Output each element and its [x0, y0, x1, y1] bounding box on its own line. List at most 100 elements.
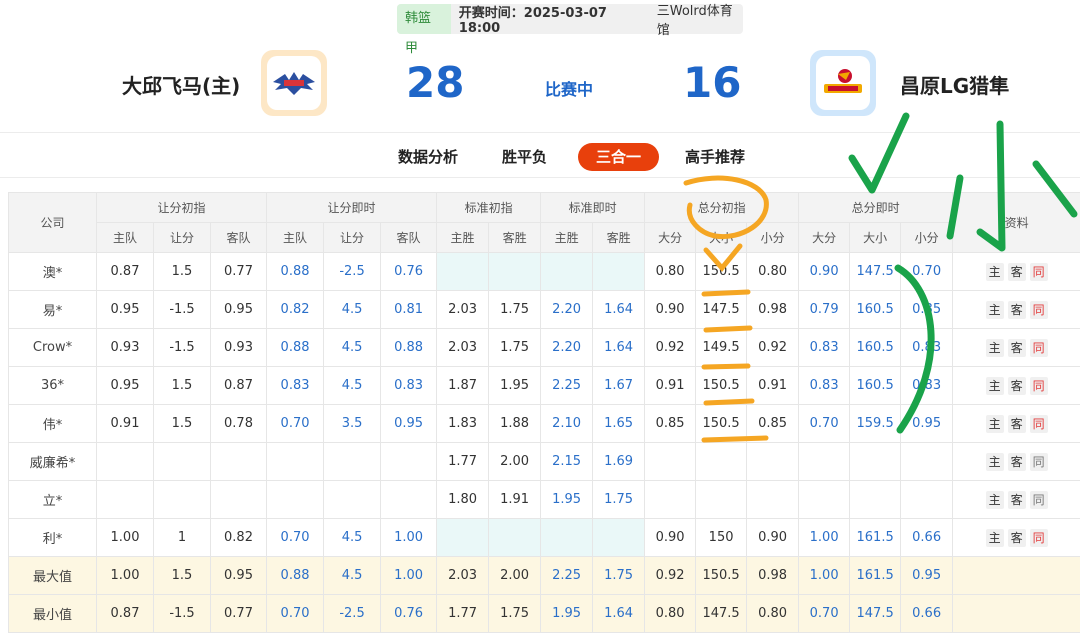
odds-cell: 0.70 — [266, 518, 325, 557]
info-buttons: 主客同 — [952, 480, 1080, 519]
away-button[interactable]: 客 — [1007, 528, 1026, 547]
odds-cell — [436, 252, 490, 291]
company-name[interactable]: Crow* — [8, 328, 97, 367]
tab-data-analysis[interactable]: 数据分析 — [398, 143, 458, 171]
odds-cell: 2.00 — [488, 556, 542, 595]
odds-cell — [209, 480, 268, 519]
same-button[interactable]: 同 — [1029, 414, 1048, 433]
same-button[interactable]: 同 — [1029, 338, 1048, 357]
info-buttons: 主客同 — [952, 290, 1080, 329]
home-team-name[interactable]: 大邱飞马(主) — [122, 70, 240, 99]
odds-cell: 1.95 — [540, 594, 594, 633]
odds-cell: 0.85 — [746, 404, 800, 443]
odds-cell — [323, 442, 382, 481]
odds-cell: 4.5 — [323, 328, 382, 367]
home-button[interactable]: 主 — [985, 338, 1004, 357]
sakers-logo-icon — [824, 69, 862, 93]
table-row: 威廉希* 1.77 2.00 2.15 1.69 主客同 — [8, 442, 1080, 481]
odds-cell: 0.66 — [900, 518, 954, 557]
away-button[interactable]: 客 — [1007, 376, 1026, 395]
away-team-logo[interactable] — [810, 50, 876, 116]
odds-cell: 0.88 — [380, 328, 438, 367]
home-button[interactable]: 主 — [985, 452, 1004, 471]
odds-cell: 161.5 — [849, 518, 902, 557]
odds-cell: 1.64 — [592, 594, 646, 633]
away-button[interactable]: 客 — [1007, 300, 1026, 319]
odds-cell — [900, 480, 954, 519]
company-name[interactable]: 易* — [8, 290, 97, 329]
home-button[interactable]: 主 — [985, 490, 1004, 509]
match-info-bar: 韩篮甲 开赛时间：2025-03-07 18:00 三Wolrd体育馆 — [397, 4, 743, 56]
pegasus-logo-icon — [273, 72, 315, 95]
odds-cell — [209, 442, 268, 481]
odds-cell — [592, 518, 646, 557]
odds-cell: 2.03 — [436, 328, 490, 367]
odds-cell: 0.95 — [96, 366, 154, 405]
sub-header-cell: 让分 — [153, 222, 211, 253]
same-button[interactable]: 同 — [1029, 300, 1048, 319]
odds-cell — [266, 480, 325, 519]
home-button[interactable]: 主 — [985, 528, 1004, 547]
info-buttons: 主客同 — [952, 404, 1080, 443]
league-tag[interactable]: 韩篮甲 — [397, 4, 451, 56]
company-name[interactable]: 立* — [8, 480, 97, 519]
odds-cell: 0.70 — [266, 594, 325, 633]
company-name[interactable]: 伟* — [8, 404, 97, 443]
odds-cell: 147.5 — [849, 252, 902, 291]
same-button[interactable]: 同 — [1029, 490, 1048, 509]
odds-cell: 2.00 — [488, 442, 542, 481]
home-button[interactable]: 主 — [985, 262, 1004, 281]
odds-cell: 1.64 — [592, 328, 646, 367]
odds-cell: 0.70 — [798, 404, 851, 443]
odds-cell: 0.80 — [644, 594, 697, 633]
tab-expert-picks[interactable]: 高手推荐 — [685, 143, 745, 171]
odds-cell: -1.5 — [153, 594, 211, 633]
odds-cell: 1.75 — [488, 594, 542, 633]
odds-cell: 2.25 — [540, 366, 594, 405]
company-name[interactable]: 36* — [8, 366, 97, 405]
odds-cell: 1.00 — [798, 556, 851, 595]
home-button[interactable]: 主 — [985, 414, 1004, 433]
odds-cell: 3.5 — [323, 404, 382, 443]
info-buttons: 主客同 — [952, 442, 1080, 481]
odds-cell: 1.67 — [592, 366, 646, 405]
odds-cell: 0.70 — [266, 404, 325, 443]
home-score: 28 — [406, 58, 465, 107]
odds-cell — [798, 442, 851, 481]
odds-cell: 0.95 — [380, 404, 438, 443]
odds-cell: 2.10 — [540, 404, 594, 443]
tab-win-draw-loss[interactable]: 胜平负 — [502, 143, 547, 171]
company-name[interactable]: 威廉希* — [8, 442, 97, 481]
company-name[interactable]: 利* — [8, 518, 97, 557]
away-team-name[interactable]: 昌原LG猎隼 — [900, 70, 1009, 99]
odds-cell: 0.77 — [209, 252, 268, 291]
away-button[interactable]: 客 — [1007, 490, 1026, 509]
odds-cell: 1.95 — [488, 366, 542, 405]
odds-cell: 0.76 — [380, 594, 438, 633]
odds-cell — [488, 518, 542, 557]
sub-header-cell: 主胜 — [436, 222, 490, 253]
odds-cell: 0.98 — [746, 290, 800, 329]
sub-header-cell: 大小 — [695, 222, 748, 253]
away-button[interactable]: 客 — [1007, 262, 1026, 281]
header-company: 公司 — [8, 192, 97, 253]
same-button[interactable]: 同 — [1029, 376, 1048, 395]
odds-cell: 1.00 — [96, 518, 154, 557]
home-button[interactable]: 主 — [985, 300, 1004, 319]
company-name[interactable]: 澳* — [8, 252, 97, 291]
tab-three-in-one[interactable]: 三合一 — [578, 143, 660, 171]
odds-cell: 149.5 — [695, 328, 748, 367]
away-button[interactable]: 客 — [1007, 452, 1026, 471]
odds-cell: 0.95 — [209, 290, 268, 329]
same-button[interactable]: 同 — [1029, 452, 1048, 471]
away-button[interactable]: 客 — [1007, 338, 1026, 357]
same-button[interactable]: 同 — [1029, 262, 1048, 281]
info-buttons: 主客同 — [952, 252, 1080, 291]
away-button[interactable]: 客 — [1007, 414, 1026, 433]
odds-cell — [798, 480, 851, 519]
odds-cell — [849, 480, 902, 519]
home-button[interactable]: 主 — [985, 376, 1004, 395]
home-team-logo[interactable] — [261, 50, 327, 116]
odds-cell — [323, 480, 382, 519]
same-button[interactable]: 同 — [1029, 528, 1048, 547]
